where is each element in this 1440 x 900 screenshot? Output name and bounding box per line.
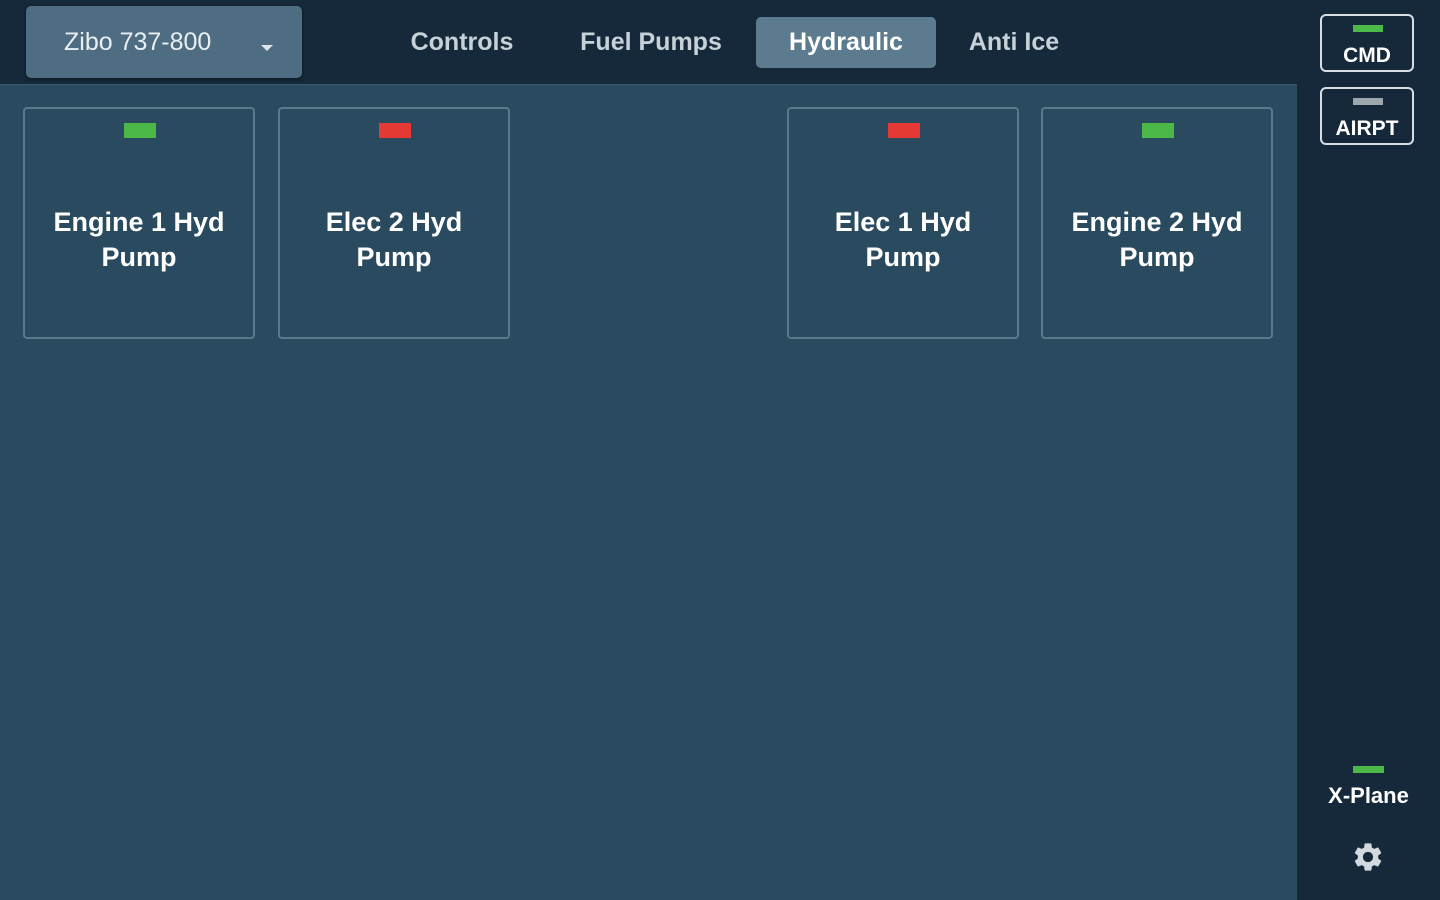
tab-fuel-pumps[interactable]: Fuel Pumps (562, 17, 740, 68)
tab-anti-ice[interactable]: Anti Ice (952, 17, 1076, 68)
status-indicator (1142, 123, 1174, 138)
airpt-button[interactable]: AIRPT (1320, 87, 1414, 145)
tile-label: Engine 2 Hyd Pump (1071, 207, 1243, 272)
engine-1-hyd-pump-button[interactable]: Engine 1 Hyd Pump (23, 107, 255, 339)
status-indicator (1353, 25, 1383, 32)
cmd-button[interactable]: CMD (1320, 14, 1414, 72)
xplane-connection-status: X-Plane (1297, 762, 1440, 822)
top-bar: Zibo 737-800 Controls Fuel Pumps Hydraul… (0, 0, 1297, 85)
tab-controls[interactable]: Controls (394, 17, 530, 68)
aircraft-profile-label: Zibo 737-800 (64, 27, 212, 56)
elec-1-hyd-pump-button[interactable]: Elec 1 Hyd Pump (787, 107, 1019, 339)
status-indicator (888, 123, 920, 138)
connection-indicator (1353, 766, 1384, 773)
tile-label: Elec 2 Hyd Pump (325, 207, 463, 272)
cmd-label: CMD (1343, 44, 1391, 67)
status-indicator (1353, 98, 1383, 105)
tile-label: Elec 1 Hyd Pump (834, 207, 972, 272)
tab-hydraulic[interactable]: Hydraulic (756, 17, 936, 68)
aircraft-profile-dropdown[interactable]: Zibo 737-800 (26, 6, 302, 78)
xplane-label: X-Plane (1328, 783, 1409, 808)
airpt-label: AIRPT (1335, 117, 1399, 140)
chevron-down-icon (261, 45, 273, 51)
status-indicator (379, 123, 411, 138)
status-indicator (124, 123, 156, 138)
tile-label: Engine 1 Hyd Pump (53, 207, 225, 272)
elec-2-hyd-pump-button[interactable]: Elec 2 Hyd Pump (278, 107, 510, 339)
gear-icon[interactable] (1351, 840, 1385, 874)
app: Zibo 737-800 Controls Fuel Pumps Hydraul… (0, 0, 1440, 900)
engine-2-hyd-pump-button[interactable]: Engine 2 Hyd Pump (1041, 107, 1273, 339)
